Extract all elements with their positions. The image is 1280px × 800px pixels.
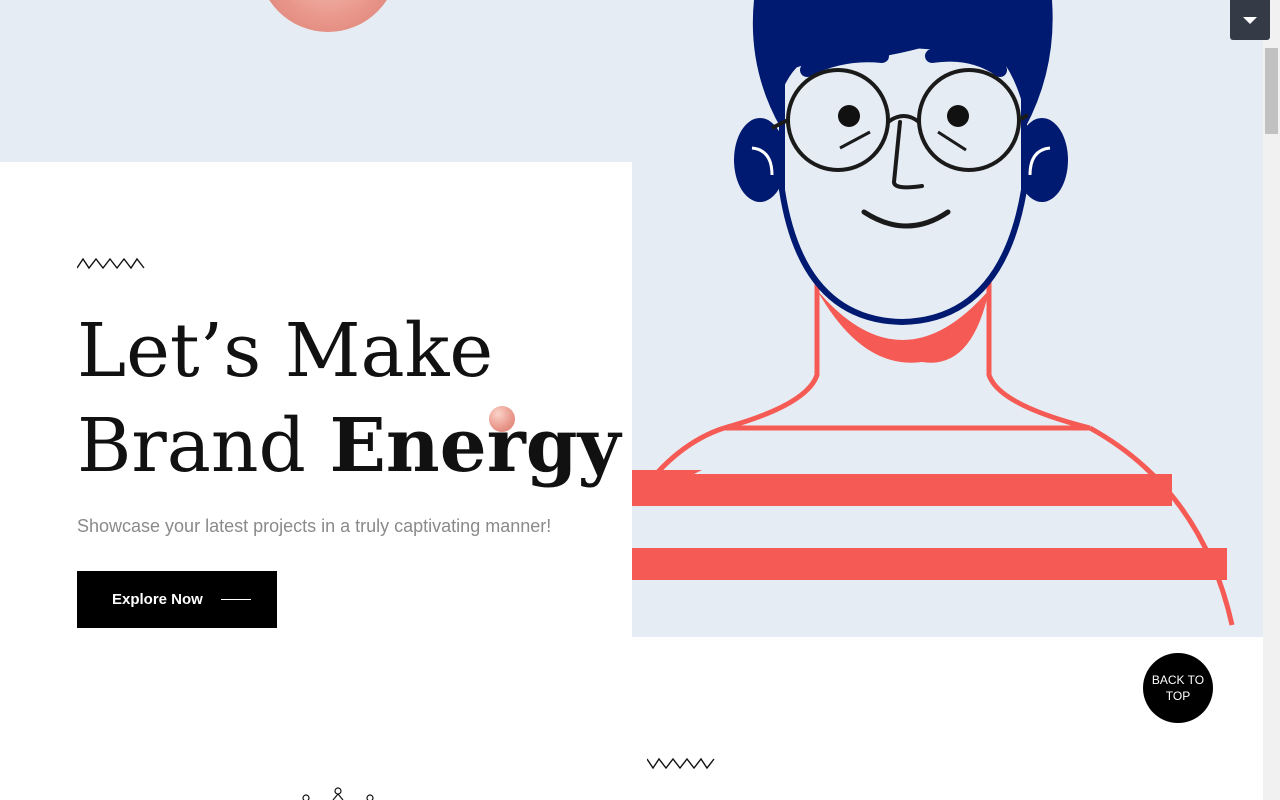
dots-decoration <box>302 787 374 800</box>
headline-line-1: Let’s Make <box>77 308 494 394</box>
decorative-sphere-small <box>489 406 515 432</box>
vertical-scrollbar[interactable] <box>1263 0 1280 800</box>
scrollbar-thumb[interactable] <box>1265 48 1278 134</box>
man-illustration <box>632 0 1235 637</box>
page: Let’s Make Brand Energy Showcase your la… <box>0 0 1263 800</box>
headline-line-2-bold: Energy <box>329 403 621 489</box>
hero-subtitle: Showcase your latest projects in a truly… <box>77 516 552 536</box>
explore-now-button[interactable]: Explore Now <box>77 571 277 628</box>
explore-now-label: Explore Now <box>112 591 203 608</box>
dropdown-toggle-button[interactable] <box>1230 0 1270 40</box>
back-to-top-button[interactable]: BACK TO TOP <box>1143 653 1213 723</box>
zigzag-decoration-bottom <box>647 757 715 770</box>
headline-line-2-regular: Brand <box>77 403 330 489</box>
line-arrow-icon <box>220 599 251 600</box>
hero-headline: Let’s Make Brand Energy <box>77 304 620 494</box>
zigzag-decoration <box>77 257 145 270</box>
chevron-down-icon <box>1243 17 1257 24</box>
